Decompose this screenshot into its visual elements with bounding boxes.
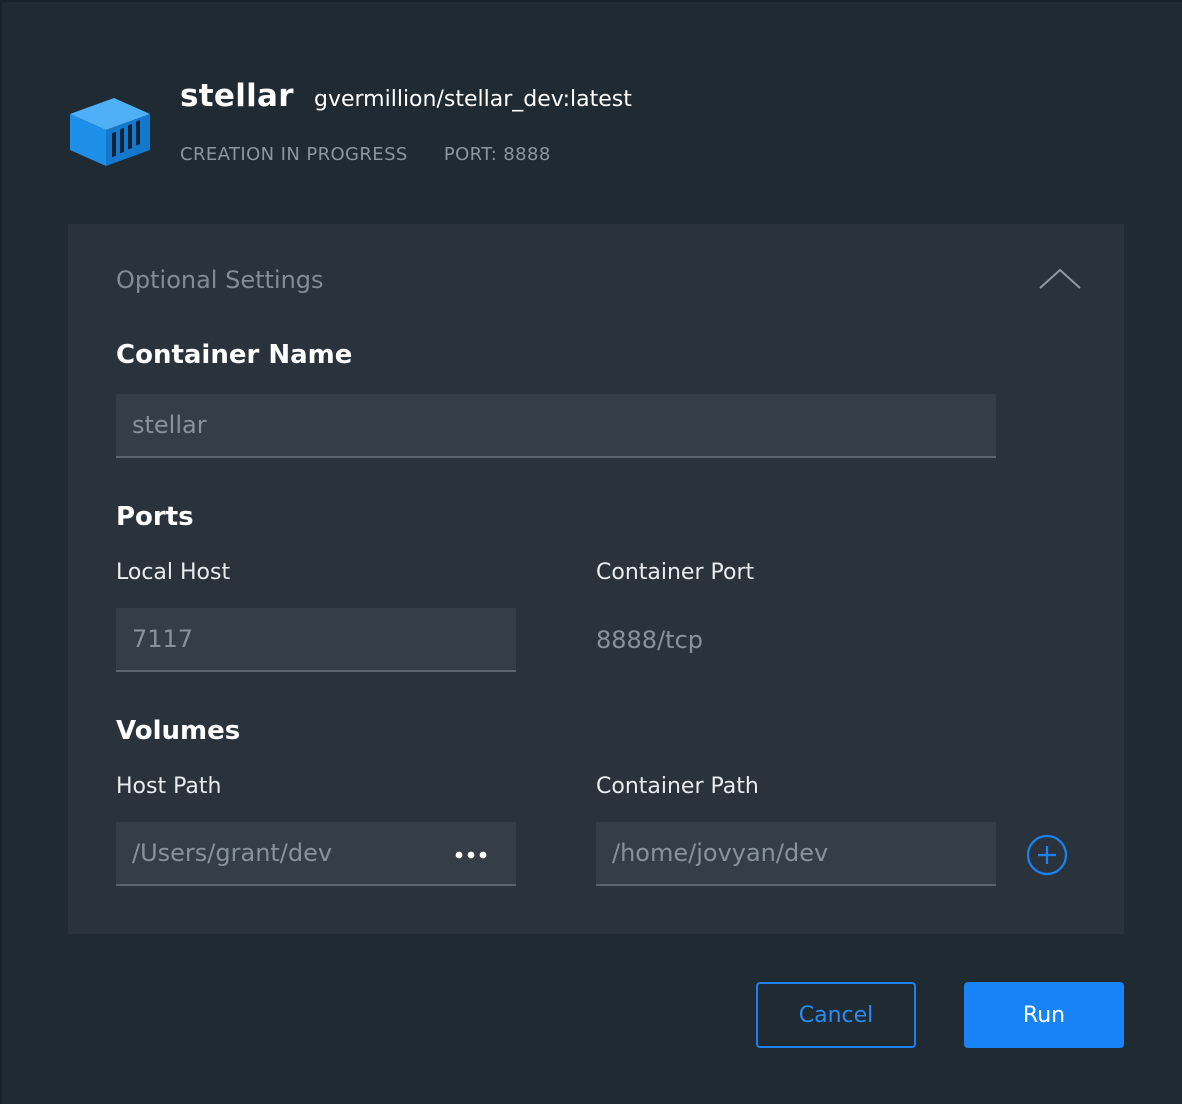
image-tag: gvermillion/stellar_dev:latest	[314, 87, 632, 112]
container-port-label: Container Port	[596, 560, 755, 585]
container-port-value: 8888/tcp	[596, 626, 704, 654]
run-button[interactable]: Run	[964, 982, 1124, 1048]
container-box-icon	[70, 98, 150, 166]
plus-circle-icon[interactable]	[1026, 834, 1068, 876]
run-container-dialog: stellar gvermillion/stellar_dev:latest C…	[0, 0, 1182, 1104]
status-text: CREATION IN PROGRESS	[180, 144, 408, 165]
container-path-label: Container Path	[596, 774, 759, 799]
dialog-header: stellar gvermillion/stellar_dev:latest C…	[66, 74, 1126, 174]
local-host-label: Local Host	[116, 560, 231, 585]
cancel-button[interactable]: Cancel	[756, 982, 916, 1048]
host-path-label: Host Path	[116, 774, 222, 799]
port-text: PORT: 8888	[443, 144, 551, 165]
container-name-input[interactable]	[116, 394, 996, 458]
container-name-label: Container Name	[116, 340, 353, 370]
container-meta: CREATION IN PROGRESS PORT: 8888	[180, 144, 551, 165]
volumes-label: Volumes	[116, 716, 241, 746]
optional-settings-panel: Optional Settings Container Name Ports L…	[68, 224, 1124, 934]
container-name-heading: stellar	[180, 78, 294, 114]
ports-label: Ports	[116, 502, 194, 532]
optional-settings-title: Optional Settings	[116, 266, 324, 294]
chevron-up-icon[interactable]	[1036, 264, 1084, 294]
more-horizontal-icon[interactable]	[454, 848, 488, 862]
local-host-input[interactable]	[116, 608, 516, 672]
container-path-input[interactable]	[596, 822, 996, 886]
